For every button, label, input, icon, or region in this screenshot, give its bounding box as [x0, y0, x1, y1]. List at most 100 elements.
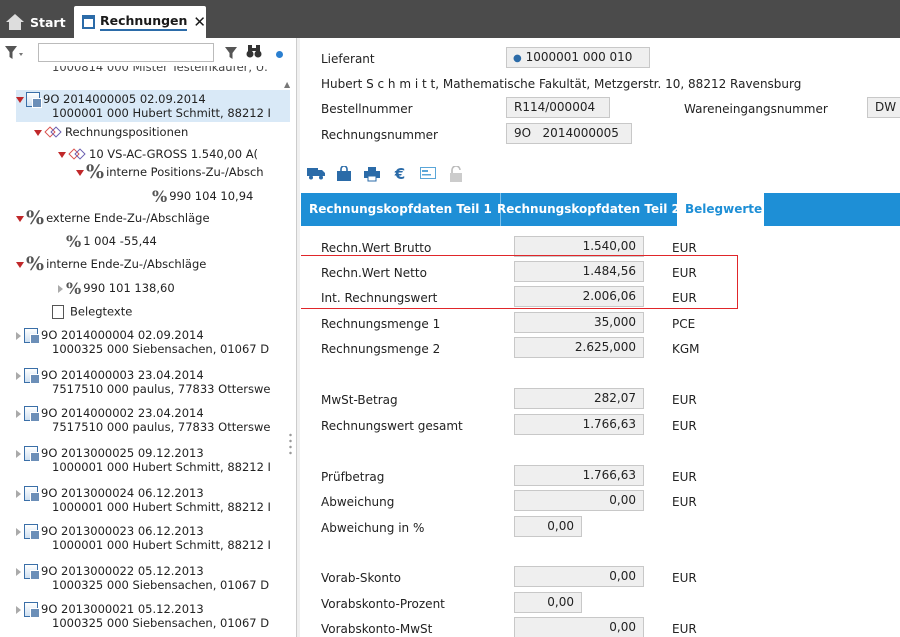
expanded-arrow-icon[interactable]	[16, 215, 24, 222]
lieferant-field[interactable]: ● 1000001 000 010	[506, 47, 650, 68]
field-value[interactable]: 0,00	[514, 490, 644, 511]
tree-invoice-item[interactable]: 9O 2014000004 02.09.2014 1000325 000 Sieb…	[16, 328, 269, 356]
collapsed-arrow-icon[interactable]	[16, 371, 21, 380]
tab-start[interactable]: Start	[4, 6, 66, 38]
invoice-supplier-label: 1000001 000 Hubert Schmitt, 88212 I	[52, 500, 271, 514]
tree-belegtexte[interactable]: Belegtexte	[52, 305, 132, 319]
tree-item-label: 990 101 138,60	[83, 281, 175, 295]
field-unit: EUR	[672, 470, 697, 484]
collapsed-arrow-icon[interactable]	[16, 449, 21, 458]
invoice-doc-icon	[24, 328, 40, 344]
expanded-arrow-icon[interactable]	[16, 96, 24, 103]
collapsed-arrow-icon[interactable]	[16, 409, 21, 418]
invoice-number-label: 9O 2014000004 02.09.2014	[41, 328, 204, 342]
collapsed-arrow-icon[interactable]	[58, 284, 63, 293]
scroll-up-icon[interactable]: ▲	[284, 80, 290, 89]
field-value[interactable]: 282,07	[514, 388, 644, 409]
tree-item-partial[interactable]: 1000814 000 Mister Testeinkäufer, U.	[52, 66, 268, 75]
invoice-number-label: 9O 2013000021 05.12.2013	[41, 602, 204, 616]
tab-kopfdaten-2[interactable]: Rechnungskopfdaten Teil 2	[489, 193, 688, 226]
field-value[interactable]: 0,00	[514, 617, 644, 637]
tree-interne-ende-value[interactable]: % 990 101 138,60	[58, 279, 175, 298]
tab-start-label: Start	[30, 14, 66, 30]
wareneingang-field[interactable]: DW	[867, 97, 900, 118]
tab-kopfdaten-1[interactable]: Rechnungskopfdaten Teil 1	[301, 193, 501, 226]
bestellnummer-field[interactable]: R114/000004	[506, 97, 610, 118]
field-value[interactable]: 0,00	[514, 592, 582, 613]
tab-rechnungen-label: Rechnungen	[99, 13, 188, 31]
field-value[interactable]: 2.625,000	[514, 337, 644, 358]
tree-invoice-expanded[interactable]: 9O 2014000005 02.09.2014 1000001 000 Hub…	[16, 90, 290, 122]
field-unit: EUR	[672, 241, 697, 255]
tree-interne-ende[interactable]: % interne Ende-Zu-/Abschläge	[16, 255, 207, 274]
tree-invoice-item[interactable]: 9O 2013000025 09.12.2013 1000001 000 Hube…	[16, 446, 271, 474]
status-dot-icon	[276, 51, 283, 58]
filter-dropdown-icon[interactable]	[4, 45, 23, 61]
truck-icon[interactable]	[307, 166, 325, 182]
field-label: Abweichung	[321, 495, 395, 509]
tree-interne-positions[interactable]: % interne Positions-Zu-/Absch	[76, 163, 264, 182]
rechnungsnummer-value: 2014000005	[542, 126, 619, 140]
bag-icon[interactable]	[335, 165, 353, 182]
tree-externe-ende-value[interactable]: % 1 004 -55,44	[66, 234, 157, 250]
close-icon[interactable]: ✕	[193, 13, 206, 31]
invoice-number-label: 9O 2013000024 06.12.2013	[41, 486, 204, 500]
tree-invoice-item[interactable]: 9O 2013000021 05.12.2013 1000325 000 Sieb…	[16, 602, 269, 630]
tree-item-label: 1000814 000 Mister Testeinkäufer, U.	[52, 66, 268, 74]
collapsed-arrow-icon[interactable]	[16, 489, 21, 498]
tree-invoice-item[interactable]: 9O 2013000023 06.12.2013 1000001 000 Hube…	[16, 524, 271, 552]
tree-item-label: interne Positions-Zu-/Absch	[106, 165, 264, 179]
tree-item-label: 10 VS-AC-GROSS 1.540,00 A(	[89, 147, 259, 161]
info-icon[interactable]: ●	[513, 53, 522, 64]
field-value[interactable]: 35,000	[514, 312, 644, 333]
tree-item-label: interne Ende-Zu-/Abschläge	[46, 257, 207, 271]
percent-icon: %	[66, 279, 82, 298]
panel-splitter[interactable]	[296, 38, 300, 637]
tab-rechnungen[interactable]: Rechnungen ✕	[74, 6, 206, 38]
euro-icon[interactable]: €	[391, 166, 409, 182]
splitter-grip[interactable]	[289, 432, 292, 457]
tree-search-input[interactable]	[38, 43, 214, 62]
field-value[interactable]: 1.766,63	[514, 465, 644, 486]
field-label: Rechnungsmenge 1	[321, 317, 441, 331]
card-icon[interactable]	[419, 166, 437, 182]
positions-icon	[44, 126, 62, 139]
expanded-arrow-icon[interactable]	[34, 129, 42, 136]
collapsed-arrow-icon[interactable]	[16, 605, 21, 614]
tree-externe-ende[interactable]: % externe Ende-Zu-/Abschläge	[16, 209, 210, 228]
rechnungsnummer-label: Rechnungsnummer	[321, 128, 438, 142]
expanded-arrow-icon[interactable]	[16, 261, 24, 268]
invoice-doc-icon	[24, 486, 40, 502]
tree-position-item[interactable]: 10 VS-AC-GROSS 1.540,00 A(	[58, 148, 258, 161]
field-label: Vorab-Skonto	[321, 571, 401, 585]
invoice-number-label: 9O 2013000025 09.12.2013	[41, 446, 204, 460]
tree-invoice-item[interactable]: 9O 2013000022 05.12.2013 1000325 000 Sieb…	[16, 564, 269, 592]
tree-invoice-item[interactable]: 9O 2013000024 06.12.2013 1000001 000 Hube…	[16, 486, 271, 514]
invoice-doc-icon	[24, 602, 40, 618]
field-unit: KGM	[672, 342, 700, 356]
field-value[interactable]: 1.766,63	[514, 414, 644, 435]
tree-interne-positions-value[interactable]: % 990 104 10,94	[152, 189, 253, 205]
tree-rechnungspositionen[interactable]: Rechnungspositionen	[34, 126, 188, 139]
field-label: Vorabskonto-MwSt	[321, 622, 433, 636]
tree-invoice-item[interactable]: 9O 2014000002 23.04.2014 7517510 000 paul…	[16, 406, 270, 434]
collapsed-arrow-icon[interactable]	[16, 331, 21, 340]
field-value[interactable]: 0,00	[514, 566, 644, 587]
rechnungsnummer-field[interactable]: 9O 2014000005	[506, 123, 632, 144]
top-tab-bar: Start Rechnungen ✕	[0, 0, 900, 38]
field-label: Prüfbetrag	[321, 470, 385, 484]
collapsed-arrow-icon[interactable]	[16, 567, 21, 576]
expanded-arrow-icon[interactable]	[76, 169, 84, 176]
lock-icon[interactable]	[447, 165, 465, 182]
printer-icon[interactable]	[363, 166, 381, 182]
funnel-icon[interactable]	[224, 46, 238, 64]
field-value[interactable]: 0,00	[514, 516, 582, 537]
tab-belegwerte[interactable]: Belegwerte	[677, 193, 764, 226]
binoculars-icon[interactable]	[246, 44, 262, 62]
invoice-doc-icon	[24, 564, 40, 580]
tree-invoice-item[interactable]: 9O 2014000003 23.04.2014 7517510 000 paul…	[16, 368, 270, 396]
expanded-arrow-icon[interactable]	[58, 151, 66, 158]
field-value[interactable]: 1.540,00	[514, 236, 644, 257]
tree-item-label: Rechnungspositionen	[65, 125, 189, 139]
collapsed-arrow-icon[interactable]	[16, 527, 21, 536]
